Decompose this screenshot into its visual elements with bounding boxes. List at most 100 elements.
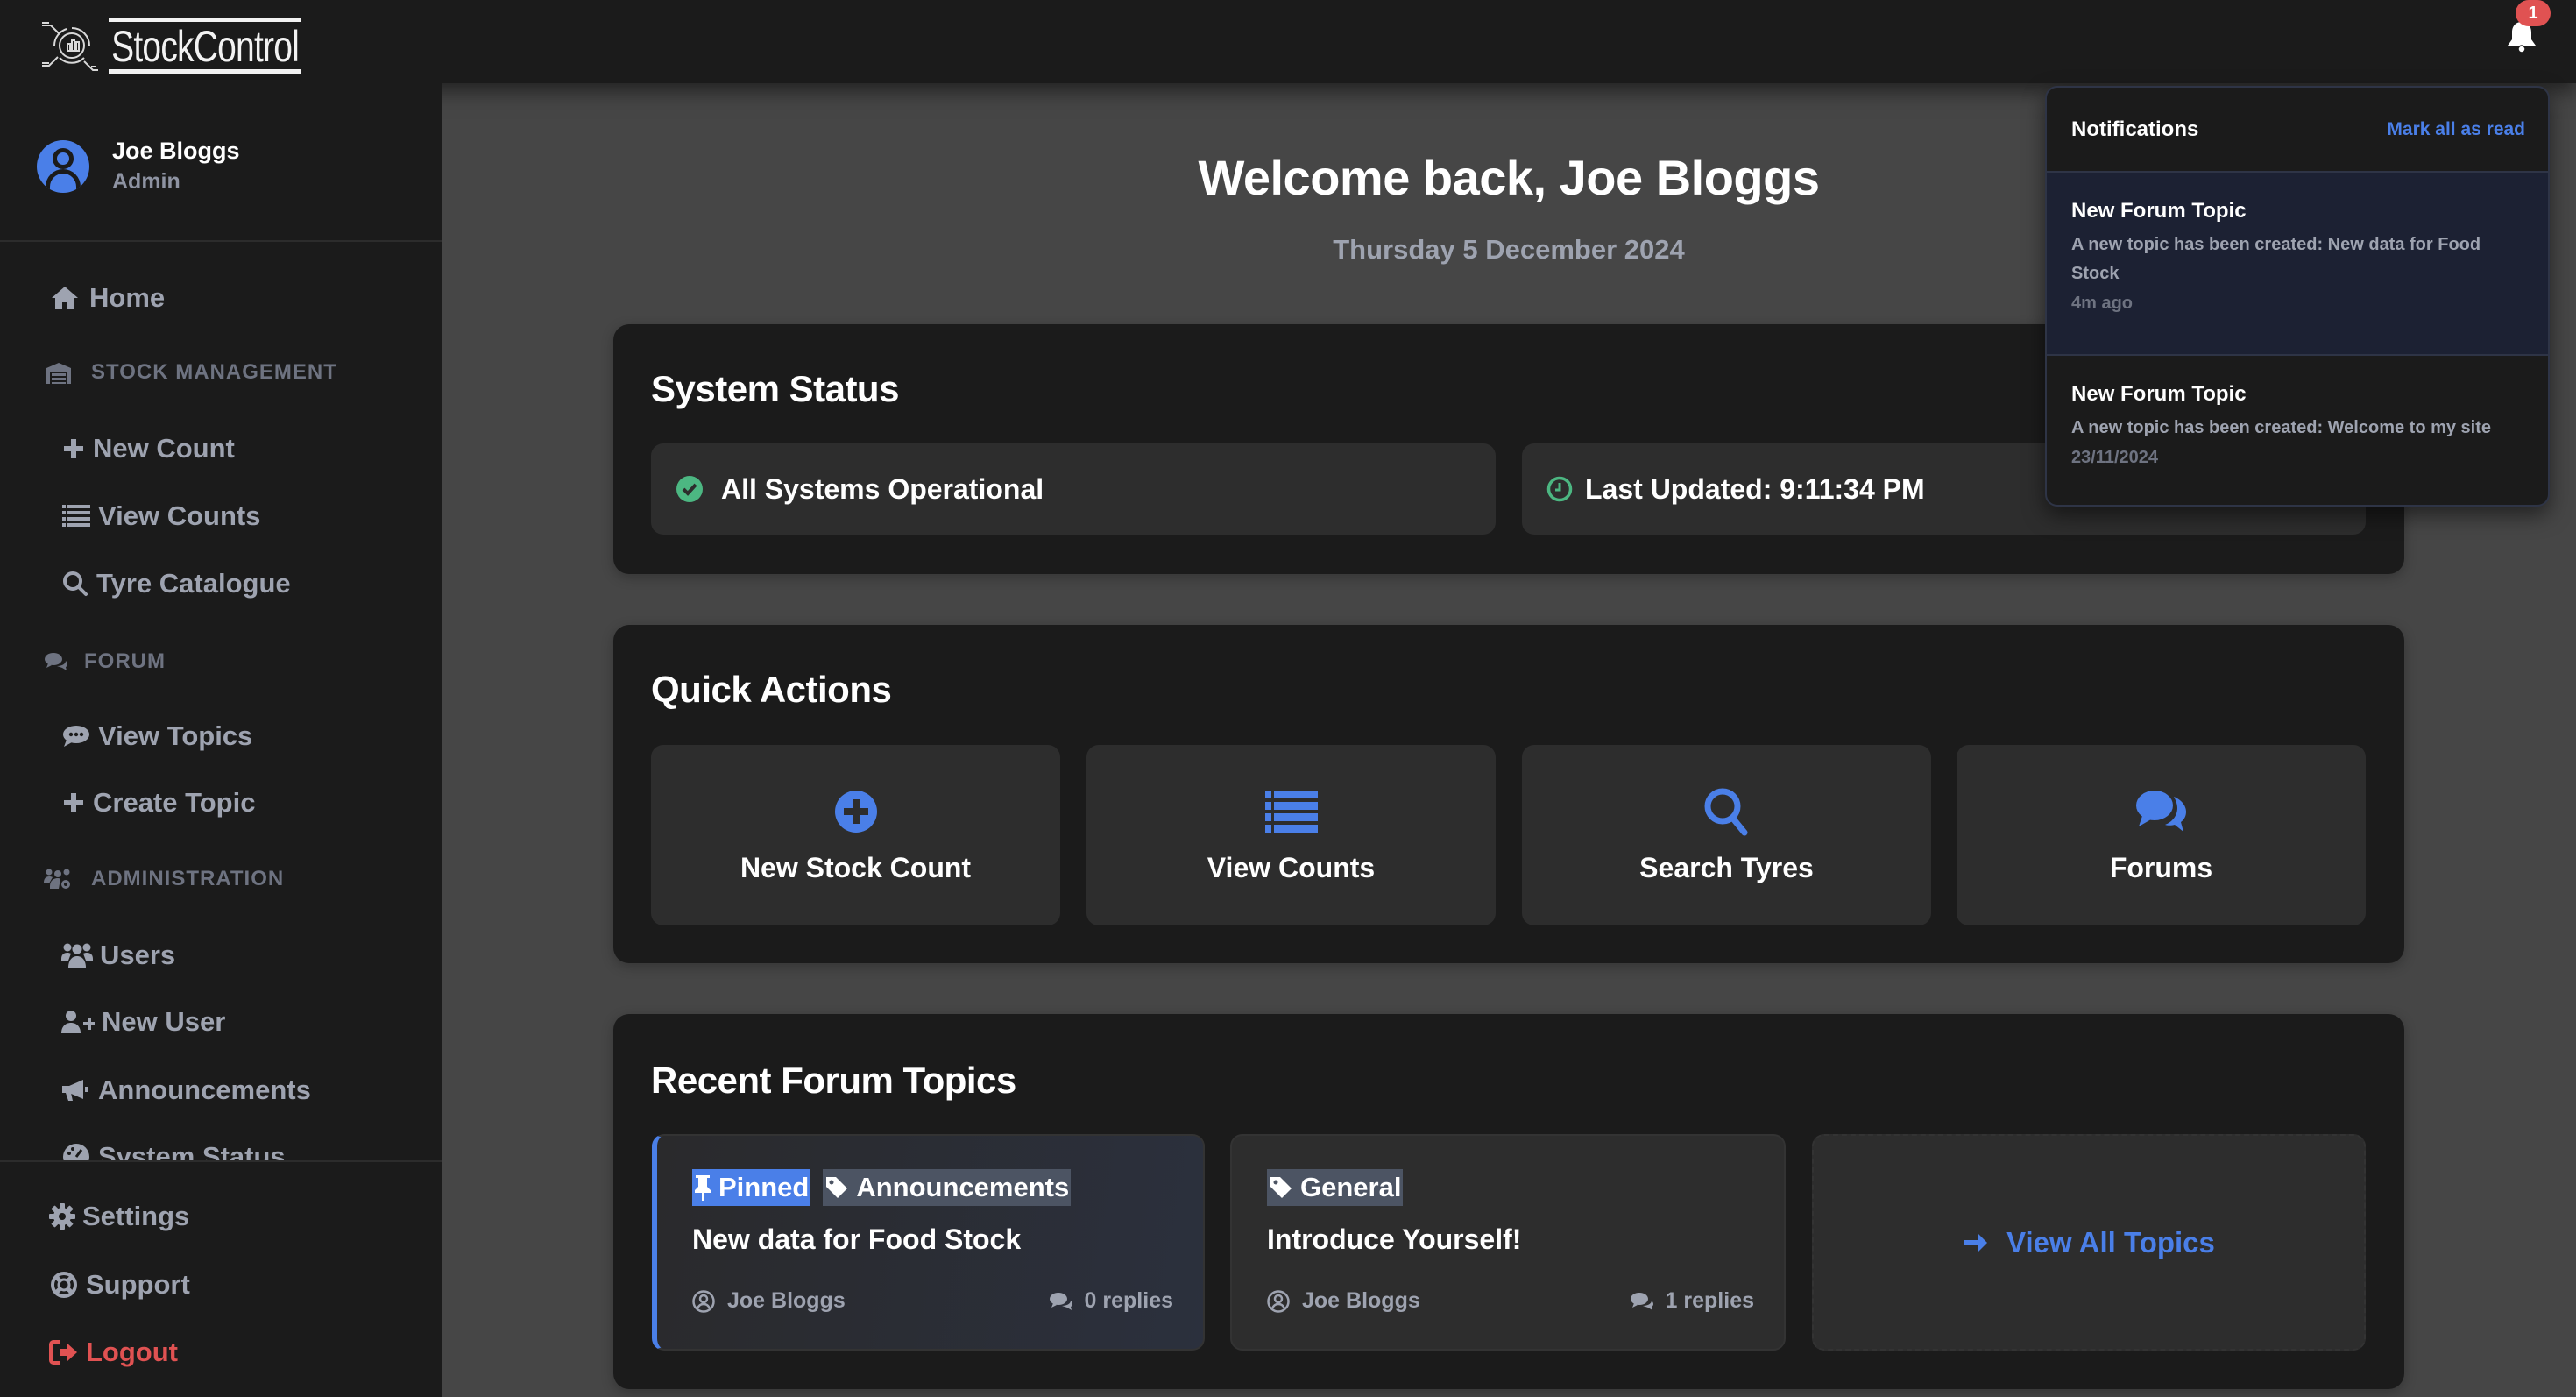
quick-action-label: View Counts: [1207, 851, 1376, 883]
author-name: Joe Bloggs: [727, 1288, 846, 1313]
topic-replies: 0 replies: [1049, 1288, 1173, 1314]
gauge-icon: [61, 1141, 91, 1161]
card-title: System Status: [651, 368, 899, 409]
sidebar-item-settings[interactable]: Settings: [49, 1199, 189, 1234]
reply-count: 0 replies: [1084, 1288, 1173, 1313]
status-text: All Systems Operational: [721, 472, 1044, 505]
gear-icon: [49, 1201, 75, 1232]
comments-icon: [44, 647, 68, 677]
comments-icon: [2135, 787, 2188, 836]
topic-author: Joe Bloggs: [1267, 1288, 1420, 1314]
quick-action-view-counts[interactable]: View Counts: [1086, 745, 1496, 925]
quick-actions-card: Quick Actions New Stock Count View Count…: [613, 625, 2404, 963]
category-badge: General: [1267, 1169, 1404, 1206]
sidebar-item-logout[interactable]: Logout: [49, 1335, 178, 1370]
quick-action-search-tyres[interactable]: Search Tyres: [1522, 745, 1931, 925]
life-ring-icon: [49, 1269, 79, 1301]
topic-title: Introduce Yourself!: [1267, 1223, 1522, 1255]
app-name: StockControl: [109, 18, 302, 74]
sidebar-footer-divider: [0, 1160, 442, 1162]
notification-time: 4m ago: [2071, 294, 2134, 313]
user-role: Admin: [112, 169, 180, 194]
tag-icon: [1269, 1175, 1293, 1200]
app-logo[interactable]: StockControl: [40, 16, 356, 75]
sidebar-item-label: Announcements: [98, 1074, 311, 1105]
topic-card[interactable]: General Introduce Yourself! Joe Bloggs 1…: [1230, 1134, 1786, 1351]
card-title: Quick Actions: [651, 669, 892, 710]
sidebar-item-label: Home: [89, 282, 166, 313]
comments-icon: [1049, 1292, 1072, 1311]
section-administration: ADMINISTRATION: [44, 864, 284, 894]
sidebar-item-tyre-catalogue[interactable]: Tyre Catalogue: [61, 566, 291, 601]
comments-icon: [1630, 1292, 1653, 1311]
notification-body: A new topic has been created: New data f…: [2071, 235, 2481, 283]
sidebar-item-new-count[interactable]: New Count: [61, 431, 235, 466]
clock-icon: [1546, 476, 1573, 502]
notification-item[interactable]: New Forum Topic A new topic has been cre…: [2047, 173, 2548, 356]
logo-chart-icon: [42, 22, 98, 71]
sidebar-item-view-counts[interactable]: View Counts: [61, 499, 260, 534]
notification-title: New Forum Topic: [2071, 199, 2247, 223]
sidebar-item-new-user[interactable]: New User: [61, 1004, 225, 1039]
sidebar-item-label: Tyre Catalogue: [96, 568, 291, 599]
category-badge: Announcements: [823, 1169, 1072, 1206]
notifications-dropdown: Notifications Mark all as read New Forum…: [2045, 86, 2550, 507]
quick-action-label: Forums: [2109, 851, 2213, 883]
list-icon: [61, 500, 91, 532]
quick-action-label: Search Tyres: [1639, 851, 1814, 883]
sidebar-nav[interactable]: Home STOCK MANAGEMENT New Count View Cou…: [0, 245, 442, 1161]
category-label: General: [1300, 1172, 1402, 1202]
quick-action-new-stock-count[interactable]: New Stock Count: [651, 745, 1060, 925]
search-icon: [61, 568, 89, 599]
recent-topics-card: Recent Forum Topics Pinned Announcements…: [613, 1014, 2404, 1389]
plus-icon: [61, 433, 86, 464]
avatar: [37, 140, 89, 193]
notification-title: New Forum Topic: [2071, 382, 2247, 406]
reply-count: 1 replies: [1665, 1288, 1754, 1313]
author-name: Joe Bloggs: [1302, 1288, 1420, 1313]
check-circle-icon: [676, 475, 704, 503]
notifications-header: Notifications Mark all as read: [2047, 88, 2548, 173]
sidebar-item-label: New Count: [93, 433, 235, 464]
status-operational-tile: All Systems Operational: [651, 443, 1496, 535]
sidebar-item-support[interactable]: Support: [49, 1267, 190, 1302]
sidebar-item-label: Create Topic: [93, 787, 256, 818]
sidebar: StockControl Joe Bloggs Admin Home STOCK…: [0, 0, 442, 1397]
topic-title: New data for Food Stock: [692, 1223, 1022, 1255]
quick-action-label: New Stock Count: [740, 851, 972, 883]
sidebar-item-system-status[interactable]: System Status: [61, 1139, 286, 1161]
tag-icon: [824, 1175, 849, 1200]
user-plus-icon: [61, 1006, 95, 1038]
view-all-label: View All Topics: [2006, 1225, 2215, 1259]
section-label: STOCK MANAGEMENT: [91, 360, 337, 384]
sidebar-item-create-topic[interactable]: Create Topic: [61, 785, 255, 820]
pinned-label: Pinned: [718, 1172, 810, 1202]
sidebar-item-announcements[interactable]: Announcements: [61, 1073, 311, 1108]
user-profile[interactable]: Joe Bloggs Admin: [37, 136, 240, 197]
quick-action-forums[interactable]: Forums: [1957, 745, 2366, 925]
users-cog-icon: [44, 864, 72, 894]
notification-item[interactable]: New Forum Topic A new topic has been cre…: [2047, 356, 2548, 505]
comment-dots-icon: [61, 720, 91, 752]
mark-all-read-button[interactable]: Mark all as read: [2387, 119, 2525, 140]
sidebar-item-users[interactable]: Users: [61, 938, 175, 973]
user-name: Joe Bloggs: [112, 138, 240, 164]
section-forum: FORUM: [44, 647, 166, 677]
sidebar-item-home[interactable]: Home: [49, 280, 165, 316]
topic-author: Joe Bloggs: [692, 1288, 846, 1314]
category-label: Announcements: [856, 1172, 1070, 1202]
card-title: Recent Forum Topics: [651, 1060, 1016, 1101]
topic-replies: 1 replies: [1630, 1288, 1754, 1314]
sidebar-item-label: System Status: [98, 1141, 286, 1161]
sidebar-item-view-topics[interactable]: View Topics: [61, 719, 252, 754]
list-icon: [1264, 787, 1318, 836]
view-all-topics-link[interactable]: View All Topics: [1812, 1134, 2366, 1351]
topic-card[interactable]: Pinned Announcements New data for Food S…: [652, 1134, 1205, 1351]
notification-body: A new topic has been created: Welcome to…: [2071, 418, 2492, 437]
plus-circle-icon: [834, 787, 878, 836]
section-stock-management: STOCK MANAGEMENT: [44, 358, 337, 387]
sidebar-item-label: Support: [86, 1269, 190, 1300]
notification-time: 23/11/2024: [2071, 448, 2158, 467]
home-icon: [49, 282, 81, 314]
last-updated-text: Last Updated: 9:11:34 PM: [1585, 472, 1925, 505]
